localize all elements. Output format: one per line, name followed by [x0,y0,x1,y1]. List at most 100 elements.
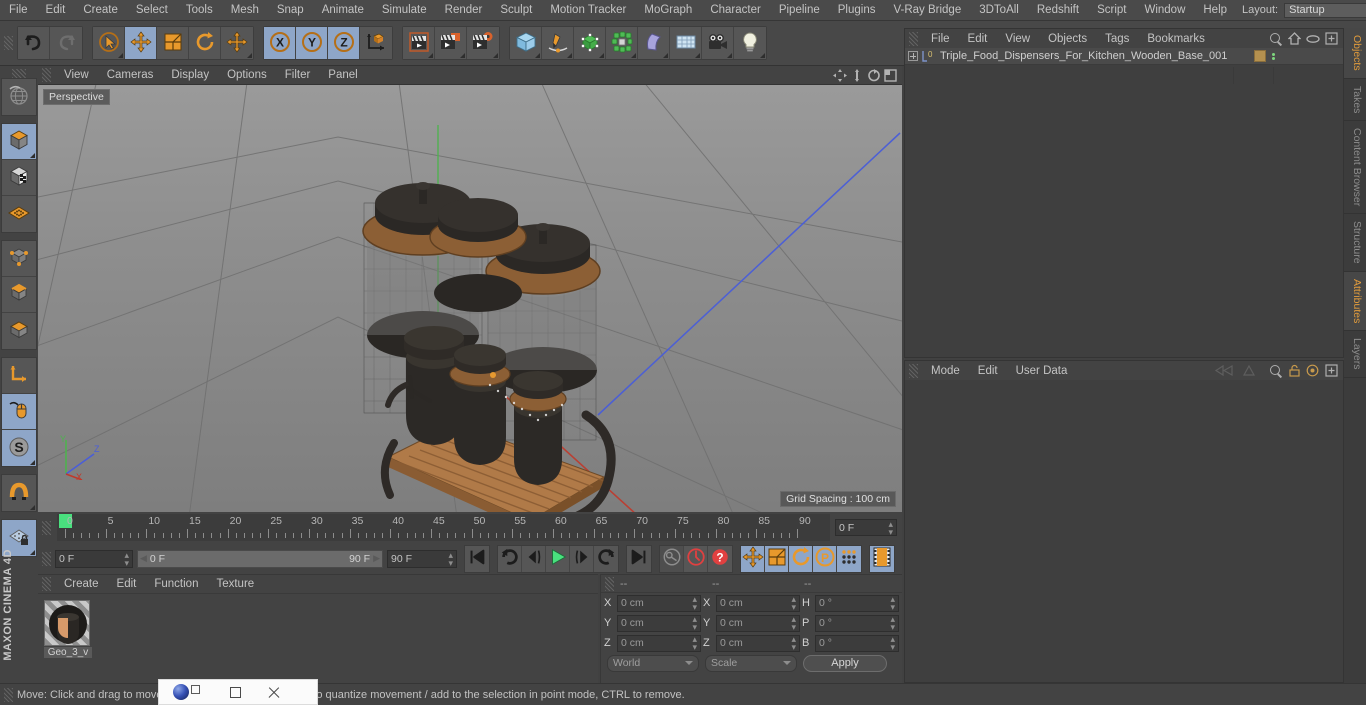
edges-mode-button[interactable] [2,277,36,313]
viewport-menu-grip[interactable] [42,68,51,82]
menu-edit[interactable]: Edit [37,1,75,19]
transport-grip[interactable] [42,551,51,566]
spinner-icon[interactable]: ▴ ▾ [888,519,893,536]
dropdown-corner-icon[interactable] [30,505,35,510]
plus-box-icon[interactable] [1325,32,1338,45]
object-menu-view[interactable]: View [996,30,1039,48]
tab-content-browser[interactable]: Content Browser [1344,121,1366,215]
object-menu-file[interactable]: File [922,30,959,48]
menu-select[interactable]: Select [127,1,177,19]
model-mode-button[interactable] [2,124,36,160]
lock-y-axis[interactable]: Y [296,27,328,59]
zoom-view-icon[interactable] [850,68,864,82]
expand-toggle-icon[interactable] [908,51,918,61]
viewport-menu-display[interactable]: Display [162,66,218,84]
keyframe-selection-button[interactable]: ? [708,545,732,572]
target-icon[interactable] [1306,364,1319,377]
menu-v-ray-bridge[interactable]: V-Ray Bridge [884,1,970,19]
menu-character[interactable]: Character [701,1,770,19]
undo-view-button[interactable] [2,79,36,115]
coordinate-mode-dropdown[interactable]: Scale [705,654,797,672]
spinner-icon[interactable]: ▴ ▾ [890,595,895,612]
spinner-icon[interactable]: ▴ ▾ [692,595,697,612]
material-menu-function[interactable]: Function [145,575,207,593]
render-to-picture-viewer-button[interactable] [435,27,467,59]
coordinate-system-toggle[interactable] [360,27,392,59]
scale-key-toggle[interactable] [765,545,789,572]
pan-view-icon[interactable] [833,68,847,82]
live-selection-tool[interactable] [93,27,125,59]
viewport-3d[interactable]: Perspective Grid Spacing : 100 cm Y Z X [38,85,902,512]
position-y-field[interactable]: 0 cm ▴ ▾ [617,614,701,632]
left-toolbar-grip[interactable] [12,69,26,78]
dropdown-corner-icon[interactable] [760,53,765,58]
tab-structure[interactable]: Structure [1344,214,1366,272]
menu-motion-tracker[interactable]: Motion Tracker [541,1,635,19]
pla-key-toggle[interactable] [837,545,861,572]
go-to-start-button[interactable] [465,545,489,572]
object-menu-edit[interactable]: Edit [959,30,997,48]
viewport-menu-filter[interactable]: Filter [276,66,320,84]
spinner-icon[interactable]: ▴ ▾ [124,550,129,567]
rotate-tool[interactable] [189,27,221,59]
search-icon[interactable] [1269,364,1283,378]
toolbar-grip[interactable] [4,36,13,50]
tab-objects[interactable]: Objects [1344,28,1366,79]
position-x-field[interactable]: 0 cm ▴ ▾ [617,594,701,612]
dropdown-corner-icon[interactable] [695,53,700,58]
coordinates-grip[interactable] [605,576,614,591]
object-menu-bookmarks[interactable]: Bookmarks [1138,30,1214,48]
apply-button[interactable]: Apply [803,654,887,672]
material-menu-grip[interactable] [42,577,51,591]
material-menu-create[interactable]: Create [55,575,108,593]
plus-box-icon[interactable] [1325,364,1338,377]
menu-mograph[interactable]: MoGraph [635,1,701,19]
search-icon[interactable] [1269,32,1283,46]
add-generator-button[interactable] [574,27,606,59]
rotate-view-icon[interactable] [867,68,881,82]
spinner-icon[interactable]: ▴ ▾ [890,635,895,652]
lock-z-axis[interactable]: Z [328,27,360,59]
attributes-menu-grip[interactable] [909,363,918,378]
spinner-icon[interactable]: ▴ ▾ [791,595,796,612]
spinner-icon[interactable]: ▴ ▾ [448,550,453,567]
coordinate-system-dropdown[interactable]: World [607,654,699,672]
home-icon[interactable] [1288,32,1301,45]
viewport-solo-button[interactable] [2,394,36,430]
position-key-toggle[interactable] [741,545,765,572]
maximize-view-icon[interactable] [884,68,897,82]
menu-tools[interactable]: Tools [177,1,222,19]
dropdown-corner-icon[interactable] [30,153,35,158]
next-frame-button[interactable] [570,545,594,572]
dropdown-corner-icon[interactable] [460,53,465,58]
close-icon[interactable] [267,686,280,699]
layout-select[interactable]: Startup [1284,2,1366,18]
range-right-arrow-icon[interactable]: ▶ [373,553,380,564]
size-z-field[interactable]: 0 cm ▴ ▾ [716,634,800,652]
overlay-window[interactable] [158,679,318,705]
snap-button[interactable]: S [2,430,36,466]
undo-button[interactable] [18,27,50,59]
attributes-menu-mode[interactable]: Mode [922,362,969,380]
add-array-button[interactable] [606,27,638,59]
record-active-objects-button[interactable] [660,545,684,572]
render-settings-button[interactable] [467,27,499,59]
magnet-button[interactable] [2,475,36,511]
dropdown-corner-icon[interactable] [599,53,604,58]
material-item[interactable]: Geo_3_v [44,600,92,658]
add-environment-button[interactable] [670,27,702,59]
attributes-menu-edit[interactable]: Edit [969,362,1007,380]
dropdown-corner-icon[interactable] [118,53,123,58]
viewport-menu-panel[interactable]: Panel [319,66,366,84]
menu-render[interactable]: Render [436,1,492,19]
workplane-mode-button[interactable] [2,196,36,232]
dropdown-corner-icon[interactable] [631,53,636,58]
material-menu-texture[interactable]: Texture [207,575,263,593]
spinner-icon[interactable]: ▴ ▾ [791,615,796,632]
current-frame-field[interactable]: 0 F ▴ ▾ [835,519,897,536]
autokeying-button[interactable] [684,545,708,572]
menu-help[interactable]: Help [1194,1,1236,19]
redo-button[interactable] [50,27,82,59]
viewport-menu-cameras[interactable]: Cameras [98,66,163,84]
attributes-menu-user-data[interactable]: User Data [1007,362,1077,380]
